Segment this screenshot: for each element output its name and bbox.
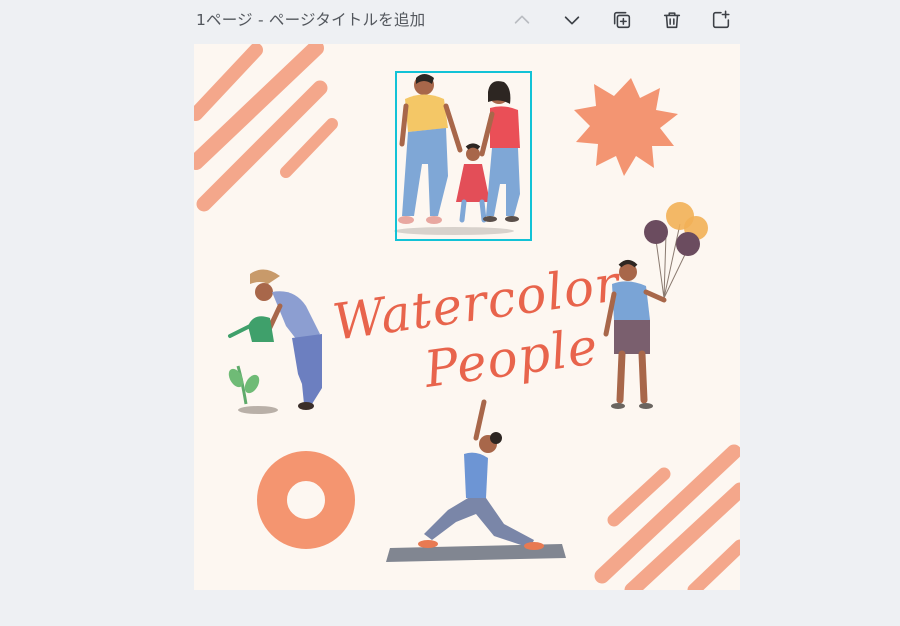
brush-strokes-top-left[interactable] xyxy=(194,44,338,212)
chevron-down-icon xyxy=(564,16,580,25)
sun-shape[interactable] xyxy=(574,78,678,176)
page-title-input[interactable]: 1ページ - ページタイトルを追加 xyxy=(196,8,425,30)
delete-page-button[interactable] xyxy=(657,5,687,35)
move-page-down-button[interactable] xyxy=(557,5,587,35)
trash-icon xyxy=(663,12,681,29)
page-header: 1ページ - ページタイトルを追加 xyxy=(0,0,900,40)
duplicate-page-icon xyxy=(613,11,631,29)
move-page-up-button[interactable] xyxy=(507,5,537,35)
donut-shape[interactable] xyxy=(257,451,355,549)
add-page-icon xyxy=(712,10,730,29)
brush-strokes-bottom-right[interactable] xyxy=(594,444,740,590)
add-page-button[interactable] xyxy=(706,5,736,35)
gardener-illustration[interactable] xyxy=(226,269,322,414)
design-canvas[interactable]: Watercolor People xyxy=(194,44,740,590)
selected-element-outline[interactable] xyxy=(395,71,532,241)
yoga-woman-illustration[interactable] xyxy=(386,399,566,562)
chevron-up-icon xyxy=(514,15,530,24)
duplicate-page-button[interactable] xyxy=(607,5,637,35)
